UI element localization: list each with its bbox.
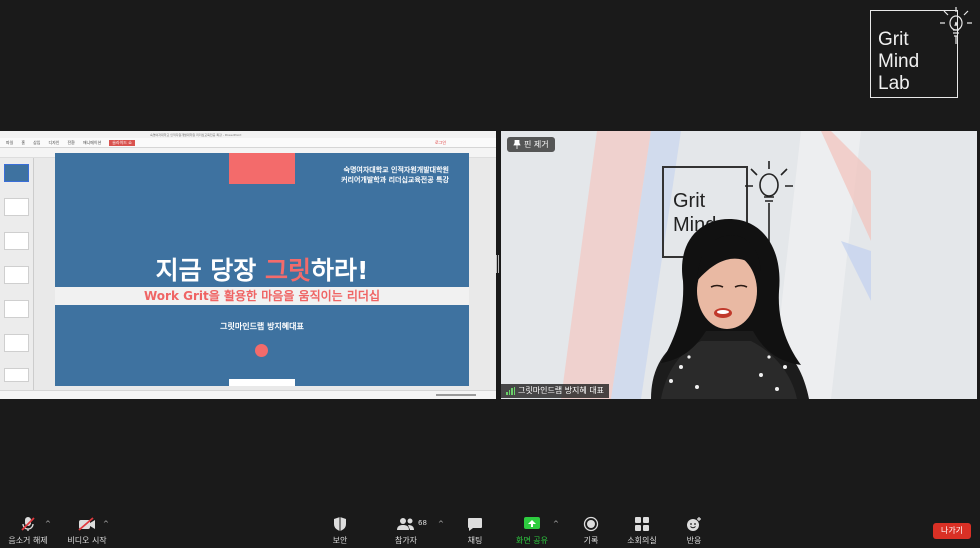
slide-thumbnail [4,232,29,250]
slide-headline: 지금 당장 그릿하라! [55,251,469,287]
breakout-rooms-label: 소회의실 [627,536,657,545]
slide-thumbnail [4,266,29,284]
logo-line-3: Lab [878,73,910,94]
tile-resize-handle[interactable] [496,255,499,273]
slide-author: 그릿마인드랩 방지혜대표 [220,322,304,331]
chat-label: 채팅 [467,536,483,545]
share-screen-icon [524,517,540,529]
headline-post: 하라! [311,256,369,285]
slide-bottom-block [229,379,295,386]
share-screen-label: 화면 공유 [516,536,548,545]
logo-line-1: Grit [878,29,909,50]
ribbon-tab-animations: 애니메이션 [82,139,102,145]
ribbon-tab-insert: 삽입 [33,139,41,145]
security-button[interactable]: 보안 [310,516,370,546]
participant-name: 그릿마인드랩 방지혜 대표 [518,386,605,395]
slide-thumbnail [4,334,29,352]
ribbon-tab-file: 파일 [6,139,14,145]
signal-strength-icon [506,387,515,395]
leave-meeting-button[interactable]: 나가기 [933,523,971,539]
powerpoint-status-bar [0,390,496,399]
reactions-label: 반응 [686,536,702,545]
lightbulb-icon [940,7,972,44]
audio-options-chevron-icon[interactable]: ^ [45,520,51,528]
slide-thumbnail [4,164,29,182]
slide-university-text: 숙명여자대학교 인적자원개발대학원 커리어개발학과 리더십교육전공 특강 [341,165,449,185]
ribbon-tab-design: 디자인 [48,139,60,145]
reaction-smiley-icon [687,517,701,531]
slide-university-line-1: 숙명여자대학교 인적자원개발대학원 [343,166,449,174]
participant-name-tag: 그릿마인드랩 방지혜 대표 [501,384,610,398]
slide-thumbnail-pane [0,158,34,390]
presentation-slide: 숙명여자대학교 인적자원개발대학원 커리어개발학과 리더십교육전공 특강 지금 … [55,153,469,386]
meeting-toolbar: 음소거 해제 ^ 비디오 시작 ^ 보안 참가자 68 ^ 채팅 화면 공유 ^ [0,510,980,548]
powerpoint-ribbon-tabs: 파일 홈 삽입 디자인 전환 애니메이션 슬라이드 쇼 로그인 [0,138,496,148]
chat-bubble-icon [468,517,482,531]
slide-thumbnail [4,300,29,318]
ribbon-tab-home: 홈 [21,139,26,145]
video-options-chevron-icon[interactable]: ^ [103,520,109,528]
participant-video-tile[interactable]: Grit Mind 핀 제거 그릿마인드랩 방지혜 대표 [501,131,977,399]
participants-button[interactable]: 참가자 [376,516,436,546]
chat-button[interactable]: 채팅 [445,516,505,546]
breakout-rooms-icon [635,517,649,531]
reactions-button[interactable]: 반응 [664,516,724,546]
video-off-icon [78,517,95,531]
share-options-chevron-icon[interactable]: ^ [553,520,559,528]
ribbon-tab-slideshow: 슬라이드 쇼 [109,139,135,146]
microphone-muted-icon [21,517,35,531]
participants-count: 68 [418,519,427,527]
zoom-meeting-window: Grit Mind Lab 숙명여자대학교 인적자원개발대학원 리더십교육전공 … [0,0,980,548]
shield-icon [334,517,346,531]
ribbon-tab-transitions: 전환 [67,139,75,145]
unmute-label: 음소거 해제 [8,536,48,545]
participants-icon [397,518,414,530]
unpin-label: 핀 제거 [524,140,549,149]
record-icon [583,516,599,532]
shared-screen-tile[interactable]: 숙명여자대학교 인적자원개발대학원 리더십교육전공 특강 - PowerPoin… [0,131,496,399]
slide-university-line-2: 커리어개발학과 리더십교육전공 특강 [341,176,449,184]
participants-label: 참가자 [394,536,418,545]
zoom-slider [436,394,476,396]
participants-options-chevron-icon[interactable]: ^ [438,520,444,528]
unpin-button[interactable]: 핀 제거 [507,137,555,152]
slide-thumbnail [4,198,29,216]
participant-video-frame: Grit Mind [501,131,977,399]
headline-accent: 그릿 [265,256,312,285]
slide-thumbnail [4,368,29,382]
slide-red-block [229,153,295,184]
security-label: 보안 [332,536,348,545]
headline-pre: 지금 당장 [155,256,265,285]
start-video-label: 비디오 시작 [67,536,107,545]
ribbon-login: 로그인 [434,139,446,145]
slide-subtitle: Work Grit을 활용한 마음을 움직이는 리더십 [55,287,469,305]
pin-icon [513,140,521,149]
breakout-rooms-button[interactable]: 소회의실 [612,516,672,546]
logo-line-2: Mind [878,51,920,72]
slide-red-dot [255,344,268,357]
wall-logo-text: Grit [673,190,706,212]
